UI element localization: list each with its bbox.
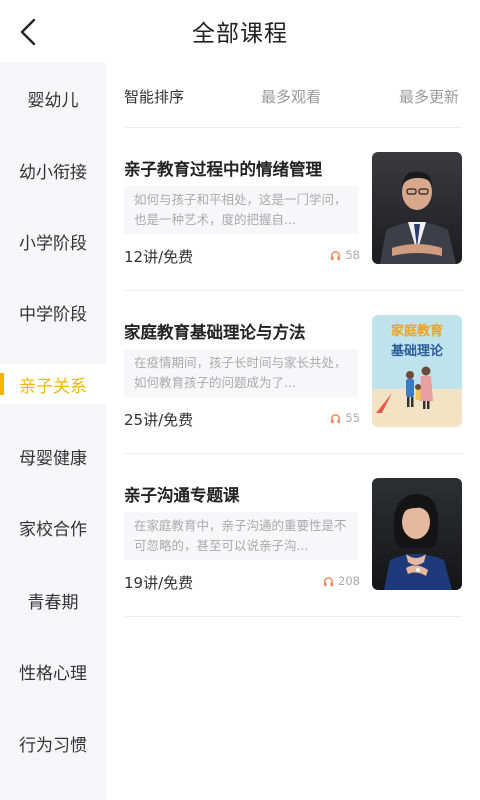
sidebar-item-preschool-transition[interactable]: 幼小衔接	[0, 150, 106, 190]
sidebar-item-label: 幼小衔接	[19, 162, 87, 183]
sidebar-item-label: 中学阶段	[19, 304, 87, 325]
sidebar-item-adolescence[interactable]: 青春期	[0, 580, 106, 620]
sort-smart[interactable]: 智能排序	[124, 86, 184, 107]
sidebar-item-middle-school[interactable]: 中学阶段	[0, 292, 106, 332]
page-title: 全部课程	[192, 21, 288, 47]
course-card[interactable]: 家庭教育基础理论与方法 在疫情期间，孩子长时间与家长共处，如何教育孩子的问题成为…	[124, 315, 464, 478]
course-description: 如何与孩子和平相处，这是一门学问，也是一种艺术，度的把握自...	[124, 186, 358, 234]
portrait-woman-image	[372, 478, 462, 590]
category-sidebar: 婴幼儿 幼小衔接 小学阶段 中学阶段 亲子关系 母婴健康 家校合作 青春期 性格…	[0, 62, 106, 800]
sidebar-item-label: 母婴健康	[19, 448, 87, 469]
sidebar-item-label: 青春期	[27, 592, 79, 613]
view-count-value: 58	[345, 248, 360, 262]
course-card[interactable]: 亲子沟通专题课 在家庭教育中，亲子沟通的重要性是不可忽略的，甚至可以说亲子沟..…	[124, 478, 464, 641]
sidebar-item-primary-school[interactable]: 小学阶段	[0, 221, 106, 261]
course-title: 亲子沟通专题课	[124, 486, 240, 505]
course-thumbnail	[372, 478, 462, 590]
family-illustration-image: 家庭教育 基础理论	[372, 315, 462, 427]
sidebar-item-label: 婴幼儿	[27, 90, 79, 111]
sidebar-item-label: 亲子关系	[19, 376, 87, 397]
course-thumbnail: 家庭教育 基础理论	[372, 315, 462, 427]
sort-most-viewed[interactable]: 最多观看	[261, 86, 321, 107]
sidebar-item-parent-child[interactable]: 亲子关系	[0, 364, 106, 404]
divider	[124, 290, 462, 291]
course-lesson-count: 19讲/免费	[124, 574, 194, 592]
divider	[124, 127, 462, 128]
divider	[124, 453, 462, 454]
sidebar-item-personality[interactable]: 性格心理	[0, 651, 106, 691]
course-title: 亲子教育过程中的情绪管理	[124, 160, 322, 179]
sidebar-item-label: 性格心理	[19, 663, 87, 684]
header: 全部课程	[0, 0, 480, 62]
sidebar-item-label: 小学阶段	[19, 233, 87, 254]
view-count: 58	[330, 248, 360, 262]
course-title: 家庭教育基础理论与方法	[124, 323, 306, 342]
course-card[interactable]: 亲子教育过程中的情绪管理 如何与孩子和平相处，这是一门学问，也是一种艺术，度的把…	[124, 152, 464, 315]
divider	[124, 616, 462, 617]
headphone-icon	[323, 576, 334, 586]
active-indicator	[0, 373, 4, 395]
view-count: 208	[323, 574, 360, 588]
thumbnail-subtitle: 基础理论	[390, 343, 444, 359]
course-thumbnail	[372, 152, 462, 264]
sidebar-item-home-school[interactable]: 家校合作	[0, 507, 106, 547]
course-description: 在疫情期间，孩子长时间与家长共处，如何教育孩子的问题成为了...	[124, 349, 358, 397]
sidebar-item-infant[interactable]: 婴幼儿	[0, 78, 106, 118]
sidebar-item-maternal-health[interactable]: 母婴健康	[0, 436, 106, 476]
view-count: 55	[330, 411, 360, 425]
course-lesson-count: 25讲/免费	[124, 411, 194, 429]
course-description: 在家庭教育中，亲子沟通的重要性是不可忽略的，甚至可以说亲子沟...	[124, 512, 358, 560]
view-count-value: 55	[345, 411, 360, 425]
sort-most-updated[interactable]: 最多更新	[399, 86, 459, 107]
headphone-icon	[331, 413, 341, 423]
thumbnail-title: 家庭教育	[391, 323, 443, 339]
course-lesson-count: 12讲/免费	[124, 248, 194, 266]
portrait-man-image	[372, 152, 462, 264]
sort-bar: 智能排序 最多观看 最多更新	[106, 62, 480, 128]
sidebar-item-label: 家校合作	[19, 519, 87, 540]
sidebar-item-label: 行为习惯	[19, 735, 87, 756]
view-count-value: 208	[338, 574, 360, 588]
sidebar-item-behavior[interactable]: 行为习惯	[0, 723, 106, 763]
headphone-icon	[331, 250, 341, 260]
